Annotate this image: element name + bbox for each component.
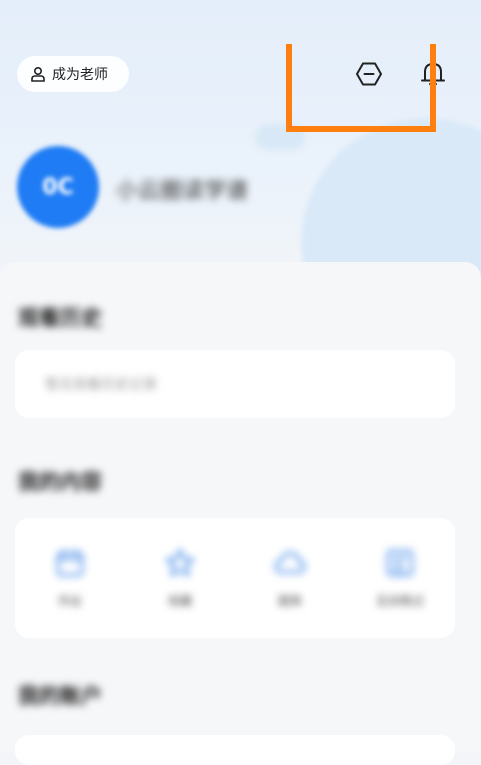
become-teacher-label: 成为老师 [52,67,108,83]
content-item-questions[interactable]: 题库 [235,518,345,638]
note-icon [383,546,417,580]
calendar-icon [53,546,87,580]
content-item-notes[interactable]: 互动笔记 [345,518,455,638]
content-panel [0,262,481,752]
content-item-label: 题库 [277,594,302,608]
avatar-text: 0C [42,174,74,200]
my-account-card [15,735,455,765]
content-section-title: 我的内容 [18,470,102,494]
content-item-label: 收藏 [167,594,192,608]
account-section-title: 我的账户 [18,684,102,708]
my-content-card: 作业 收藏 题库 互动笔记 [15,518,455,638]
content-item-favorites[interactable]: 收藏 [125,518,235,638]
history-section-title: 观看历史 [18,306,102,330]
decorative-blob-small [255,124,305,150]
become-teacher-button[interactable]: 成为老师 [17,56,129,92]
content-item-label: 作业 [57,594,82,608]
username[interactable]: 小云圈读学谱 [116,173,248,205]
history-card[interactable]: 暂无观看历史记录 [15,350,455,418]
cloud-icon [273,546,307,580]
bell-icon[interactable] [418,58,448,90]
star-icon [163,546,197,580]
avatar[interactable]: 0C [17,146,99,228]
hexagon-minus-icon[interactable] [354,58,384,90]
content-item-homework[interactable]: 作业 [15,518,125,638]
person-outline-icon [30,66,46,82]
history-placeholder: 暂无观看历史记录 [45,377,157,393]
content-item-label: 互动笔记 [375,594,424,608]
